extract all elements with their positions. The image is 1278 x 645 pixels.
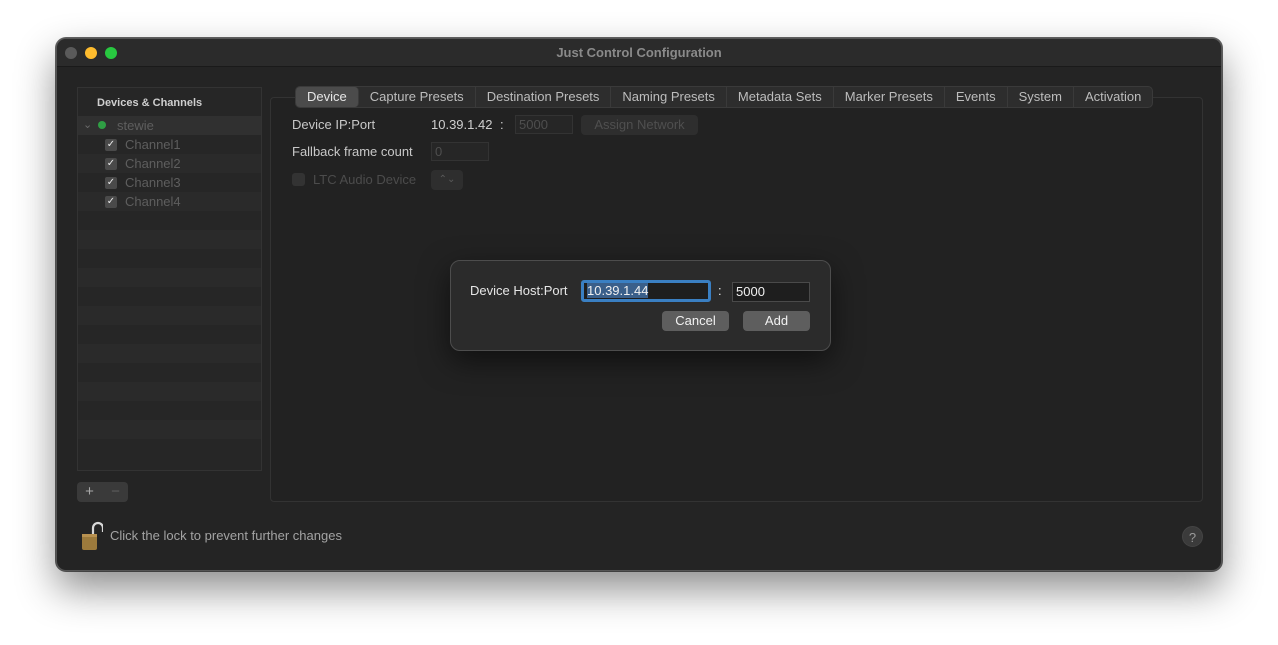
channel2-checkbox[interactable]: ✓ [105, 158, 117, 170]
cancel-button[interactable]: Cancel [662, 311, 729, 331]
help-button[interactable]: ? [1182, 526, 1203, 547]
device-ip-value: 10.39.1.42 [431, 117, 493, 132]
empty-row [78, 344, 261, 363]
tab-metadata-sets[interactable]: Metadata Sets [727, 87, 834, 107]
add-button[interactable]: Add [743, 311, 810, 331]
chevron-updown-icon: ⌃⌄ [438, 174, 456, 185]
app-window: Just Control Configuration Devices & Cha… [56, 38, 1222, 571]
empty-row [78, 325, 261, 344]
unlocked-lock-icon[interactable] [81, 520, 103, 552]
channel-label: Channel2 [125, 156, 181, 171]
channel-label: Channel3 [125, 175, 181, 190]
device-host-input[interactable]: 10.39.1.44 [581, 280, 711, 302]
tab-activation[interactable]: Activation [1074, 87, 1152, 107]
tab-system[interactable]: System [1008, 87, 1074, 107]
sidebar-header: Devices & Channels [97, 97, 203, 109]
empty-row [78, 306, 261, 325]
channel-row[interactable]: ✓ Channel4 [78, 192, 261, 211]
sidebar-add-remove-control: + − [77, 482, 128, 502]
empty-row [78, 287, 261, 306]
tab-bar: Device Capture Presets Destination Prese… [295, 86, 1154, 108]
channel-label: Channel4 [125, 194, 181, 209]
lock-message: Click the lock to prevent further change… [110, 528, 342, 543]
channel-row[interactable]: ✓ Channel3 [78, 173, 261, 192]
tab-destination-presets[interactable]: Destination Presets [476, 87, 612, 107]
remove-device-button[interactable]: − [103, 482, 128, 502]
ltc-audio-device-label: LTC Audio Device [313, 172, 417, 187]
host-input-text: 10.39.1.44 [587, 283, 649, 298]
device-ip-label: Device IP:Port [292, 117, 376, 132]
tab-marker-presets[interactable]: Marker Presets [834, 87, 945, 107]
empty-row [78, 401, 261, 420]
channel3-checkbox[interactable]: ✓ [105, 177, 117, 189]
tab-naming-presets[interactable]: Naming Presets [611, 87, 727, 107]
host-port-separator: : [718, 283, 722, 298]
device-host-port-label: Device Host:Port [470, 283, 568, 298]
sidebar-list: ⌄ stewie ✓ Channel1 ✓ Channel2 ✓ Channel… [78, 116, 261, 458]
tab-device[interactable]: Device [296, 87, 359, 107]
device-port-field[interactable]: 5000 [515, 115, 573, 134]
tab-capture-presets[interactable]: Capture Presets [359, 87, 476, 107]
device-port-input[interactable]: 5000 [732, 282, 810, 302]
empty-row [78, 211, 261, 230]
empty-row [78, 382, 261, 401]
device-row-stewie[interactable]: ⌄ stewie [78, 116, 261, 135]
fallback-frame-count-field[interactable]: 0 [431, 142, 489, 161]
ip-port-separator: : [500, 117, 504, 132]
add-device-button[interactable]: + [77, 482, 102, 502]
window-title: Just Control Configuration [556, 45, 722, 60]
channel-row[interactable]: ✓ Channel2 [78, 154, 261, 173]
title-bar: Just Control Configuration [57, 39, 1221, 67]
devices-sidebar: Devices & Channels ⌄ stewie ✓ Channel1 ✓… [77, 87, 262, 471]
empty-row [78, 268, 261, 287]
device-name: stewie [117, 118, 154, 133]
fallback-frame-count-label: Fallback frame count [292, 144, 413, 159]
assign-network-button[interactable]: Assign Network [581, 115, 698, 135]
empty-row [78, 363, 261, 382]
chevron-down-icon[interactable]: ⌄ [83, 118, 92, 131]
channel-label: Channel1 [125, 137, 181, 152]
channel4-checkbox[interactable]: ✓ [105, 196, 117, 208]
channel1-checkbox[interactable]: ✓ [105, 139, 117, 151]
empty-row [78, 420, 261, 439]
empty-row [78, 249, 261, 268]
empty-row [78, 439, 261, 458]
ltc-device-popup[interactable]: ⌃⌄ [431, 170, 463, 190]
tab-events[interactable]: Events [945, 87, 1008, 107]
ltc-audio-device-checkbox[interactable] [292, 173, 305, 186]
add-device-sheet: Device Host:Port 10.39.1.44 : 5000 Cance… [450, 260, 831, 351]
device-status-dot [98, 121, 106, 129]
channel-row[interactable]: ✓ Channel1 [78, 135, 261, 154]
empty-row [78, 230, 261, 249]
